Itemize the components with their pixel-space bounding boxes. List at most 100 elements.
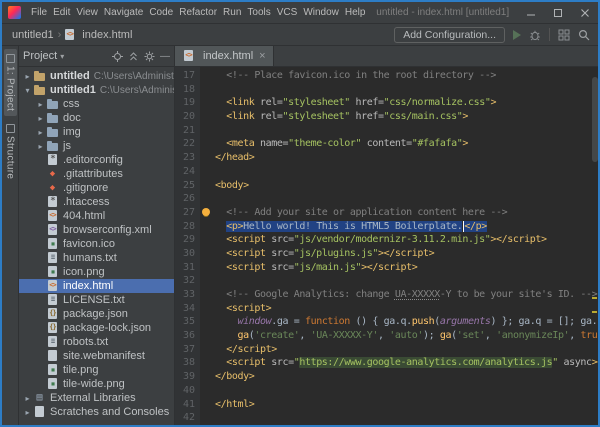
tree-collapsed-chevron-icon[interactable]: ▸ [22, 394, 33, 403]
menu-item-run[interactable]: Run [220, 7, 244, 18]
close-button[interactable] [571, 2, 598, 23]
close-tab-icon[interactable]: × [259, 50, 265, 62]
line-number-35[interactable]: 35 [175, 315, 195, 329]
line-number-31[interactable]: 31 [175, 261, 195, 275]
tree-item-license-txt[interactable]: ≡ LICENSE.txt [19, 293, 174, 307]
line-number-32[interactable]: 32 [175, 274, 195, 288]
tree-item-tile-wide-png[interactable]: ▪ tile-wide.png [19, 377, 174, 391]
line-number-36[interactable]: 36 [175, 329, 195, 343]
maximize-button[interactable] [544, 2, 571, 23]
tree-item--editorconfig[interactable]: * .editorconfig [19, 153, 174, 167]
tree-expanded-chevron-icon[interactable]: ▾ [22, 86, 33, 95]
code-line-36[interactable]: ga('create', 'UA-XXXXX-Y', 'auto'); ga('… [200, 329, 598, 343]
breadcrumb-project[interactable]: untitled1 [10, 29, 56, 41]
tab-index-html[interactable]: <> index.html × [175, 46, 274, 66]
line-number-18[interactable]: 18 [175, 83, 195, 97]
line-number-29[interactable]: 29 [175, 233, 195, 247]
scrollbar-thumb[interactable] [592, 77, 598, 162]
code-line-19[interactable]: <link rel="stylesheet" href="css/normali… [200, 96, 598, 110]
tree-item-external-libraries[interactable]: ▸ ▤ External Libraries [19, 391, 174, 405]
menu-item-edit[interactable]: Edit [50, 7, 73, 18]
menu-item-refactor[interactable]: Refactor [176, 7, 220, 18]
tree-item-img[interactable]: ▸ img [19, 125, 174, 139]
line-number-41[interactable]: 41 [175, 398, 195, 412]
run-icon[interactable] [513, 29, 521, 40]
tree-collapsed-chevron-icon[interactable]: ▸ [35, 128, 46, 137]
tree-item-humans-txt[interactable]: ≡ humans.txt [19, 251, 174, 265]
line-number-37[interactable]: 37 [175, 343, 195, 357]
menu-item-view[interactable]: View [73, 7, 101, 18]
tree-item--gitattributes[interactable]: ◆ .gitattributes [19, 167, 174, 181]
code-line-25[interactable]: <body> [200, 179, 598, 193]
code-area[interactable]: <!-- Place favicon.ico in the root direc… [200, 67, 598, 425]
tree-item-favicon-ico[interactable]: ▪ favicon.ico [19, 237, 174, 251]
code-line-24[interactable] [200, 165, 598, 179]
tree-item--htaccess[interactable]: * .htaccess [19, 195, 174, 209]
settings-gear-icon[interactable] [144, 51, 155, 62]
tree-item-robots-txt[interactable]: ≡ robots.txt [19, 335, 174, 349]
layout-grid-icon[interactable] [558, 29, 570, 41]
line-number-26[interactable]: 26 [175, 192, 195, 206]
line-number-22[interactable]: 22 [175, 137, 195, 151]
code-line-42[interactable] [200, 411, 598, 425]
line-number-38[interactable]: 38 [175, 356, 195, 370]
minimize-button[interactable] [517, 2, 544, 23]
collapse-all-icon[interactable] [128, 51, 139, 62]
line-number-21[interactable]: 21 [175, 124, 195, 138]
add-configuration-button[interactable]: Add Configuration... [394, 26, 505, 43]
line-number-23[interactable]: 23 [175, 151, 195, 165]
chevron-down-icon[interactable]: ▾ [60, 52, 64, 61]
line-number-42[interactable]: 42 [175, 411, 195, 425]
line-number-24[interactable]: 24 [175, 165, 195, 179]
project-panel-title[interactable]: Project [23, 50, 57, 62]
tree-item-404-html[interactable]: <> 404.html [19, 209, 174, 223]
hide-panel-icon[interactable]: — [160, 51, 170, 62]
tree-item-site-webmanifest[interactable]: site.webmanifest [19, 349, 174, 363]
code-line-23[interactable]: </head> [200, 151, 598, 165]
line-number-17[interactable]: 17 [175, 69, 195, 83]
tree-item-tile-png[interactable]: ▪ tile.png [19, 363, 174, 377]
line-number-40[interactable]: 40 [175, 384, 195, 398]
tree-item-package-json[interactable]: {} package.json [19, 307, 174, 321]
code-line-17[interactable]: <!-- Place favicon.ico in the root direc… [200, 69, 598, 83]
code-line-31[interactable]: <script src="js/main.js"></script> [200, 261, 598, 275]
tree-item-icon-png[interactable]: ▪ icon.png [19, 265, 174, 279]
tree-item-untitled[interactable]: ▸ untitledC:\Users\Administrato [19, 69, 174, 83]
tree-item-css[interactable]: ▸ css [19, 97, 174, 111]
menu-item-file[interactable]: File [28, 7, 50, 18]
code-line-32[interactable] [200, 274, 598, 288]
line-number-20[interactable]: 20 [175, 110, 195, 124]
tree-item-doc[interactable]: ▸ doc [19, 111, 174, 125]
code-line-41[interactable]: </html> [200, 398, 598, 412]
line-number-28[interactable]: 28 [175, 220, 195, 234]
code-line-40[interactable] [200, 384, 598, 398]
tree-collapsed-chevron-icon[interactable]: ▸ [22, 72, 33, 81]
menu-item-vcs[interactable]: VCS [274, 7, 301, 18]
code-line-18[interactable] [200, 83, 598, 97]
editor-gutter[interactable]: 17 18 19 20 21 22 23 24 25 26 27 28 29 30 31 32 33 34 35 36… [175, 67, 200, 425]
code-line-34[interactable]: <script> [200, 302, 598, 316]
line-number-34[interactable]: 34 [175, 302, 195, 316]
code-line-39[interactable]: </body> [200, 370, 598, 384]
tree-collapsed-chevron-icon[interactable]: ▸ [35, 100, 46, 109]
code-line-33[interactable]: <!-- Google Analytics: change UA-XXXXX-Y… [200, 288, 598, 302]
tree-collapsed-chevron-icon[interactable]: ▸ [22, 408, 33, 417]
warning-stripe-mark[interactable] [592, 311, 597, 313]
tree-item-index-html[interactable]: <> index.html [19, 279, 174, 293]
code-line-29[interactable]: <script src="js/vendor/modernizr-3.11.2.… [200, 233, 598, 247]
tree-item-untitled1[interactable]: ▾ untitled1C:\Users\Administra [19, 83, 174, 97]
warning-stripe-mark[interactable] [592, 297, 597, 299]
line-number-39[interactable]: 39 [175, 370, 195, 384]
code-line-21[interactable] [200, 124, 598, 138]
tool-window-button-1-project[interactable]: 1: Project [3, 49, 17, 117]
line-number-19[interactable]: 19 [175, 96, 195, 110]
code-line-30[interactable]: <script src="js/plugins.js"></script> [200, 247, 598, 261]
code-line-20[interactable]: <link rel="stylesheet" href="css/main.cs… [200, 110, 598, 124]
menu-item-navigate[interactable]: Navigate [101, 7, 146, 18]
code-line-37[interactable]: </script> [200, 343, 598, 357]
code-line-22[interactable]: <meta name="theme-color" content="#fafaf… [200, 137, 598, 151]
line-number-27[interactable]: 27 [175, 206, 195, 220]
tree-item--gitignore[interactable]: ◆ .gitignore [19, 181, 174, 195]
menu-item-tools[interactable]: Tools [244, 7, 273, 18]
debug-icon[interactable] [529, 29, 541, 41]
